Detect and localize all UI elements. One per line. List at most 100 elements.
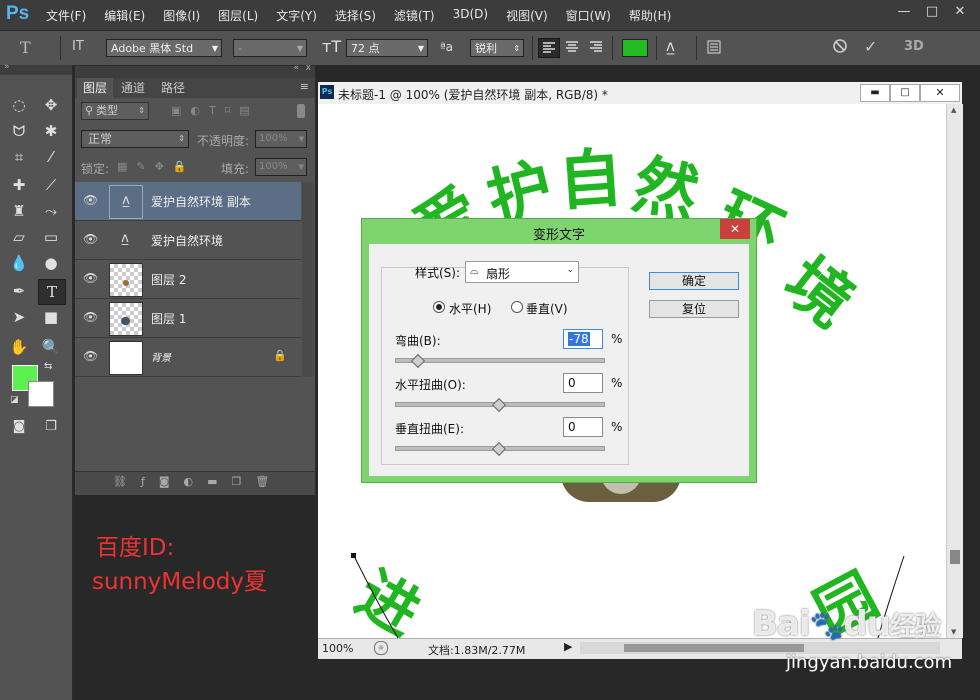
marquee-tool-icon[interactable]: ◌ (6, 93, 32, 117)
layer-list-scrollbar[interactable] (302, 182, 313, 377)
close-button[interactable]: ✕ (946, 4, 974, 19)
menu-3d[interactable]: 3D(D) (453, 7, 488, 24)
swap-colors-icon[interactable]: ⇆ (44, 361, 52, 372)
fill-input[interactable]: 100% ▼ (255, 158, 307, 176)
layer-name[interactable]: 背景 (151, 349, 171, 364)
layer-row[interactable]: 👁 图层 1 (75, 299, 301, 338)
collapse-icon[interactable]: » (4, 62, 10, 72)
scroll-thumb[interactable] (950, 550, 960, 564)
font-family-select[interactable]: Adobe 黑体 Std ▼ (106, 39, 222, 57)
quick-mask-icon[interactable]: ◙ (6, 415, 32, 439)
character-panel-icon[interactable] (706, 39, 722, 55)
menu-view[interactable]: 视图(V) (506, 7, 548, 24)
history-brush-tool-icon[interactable]: ⤳ (38, 199, 64, 223)
anti-alias-select[interactable]: 锐利 ⇕ (470, 39, 524, 57)
scroll-thumb[interactable] (624, 644, 804, 652)
visibility-eye-icon[interactable]: 👁 (83, 193, 98, 207)
layer-name[interactable]: 图层 1 (151, 310, 186, 327)
status-icon[interactable]: ☼ (374, 641, 388, 655)
dodge-tool-icon[interactable]: ● (38, 251, 64, 275)
gradient-tool-icon[interactable]: ▭ (38, 225, 64, 249)
font-style-select[interactable]: - ▼ (233, 39, 307, 57)
tab-paths[interactable]: 路径 (155, 78, 191, 98)
horizontal-distortion-input[interactable]: 0 (563, 373, 603, 393)
blur-tool-icon[interactable]: 💧 (6, 251, 32, 275)
panel-menu-icon[interactable]: ≡ (300, 80, 309, 93)
layer-name[interactable]: 图层 2 (151, 271, 186, 288)
scroll-down-icon[interactable]: ▼ (951, 628, 956, 636)
menu-help[interactable]: 帮助(H) (629, 7, 671, 24)
background-color-swatch[interactable] (28, 381, 54, 407)
visibility-eye-icon[interactable]: 👁 (83, 349, 98, 363)
maximize-button[interactable]: □ (918, 4, 946, 19)
visibility-eye-icon[interactable]: 👁 (83, 271, 98, 285)
filter-toggle[interactable] (297, 104, 305, 118)
visibility-eye-icon[interactable]: 👁 (83, 310, 98, 324)
align-right-button[interactable] (586, 38, 606, 56)
healing-brush-tool-icon[interactable]: ✚ (6, 173, 32, 197)
text-color-swatch[interactable] (622, 39, 648, 57)
tab-layers[interactable]: 图层 (77, 78, 114, 98)
align-center-button[interactable] (562, 38, 582, 56)
toggle-orientation-icon[interactable]: IT (72, 39, 84, 54)
horizontal-label[interactable]: 水平(H) (449, 300, 491, 317)
pen-tool-icon[interactable]: ✒ (6, 279, 32, 303)
layer-row[interactable]: 👁 图层 2 (75, 260, 301, 299)
reset-button[interactable]: 复位 (649, 300, 739, 318)
menu-select[interactable]: 选择(S) (335, 7, 376, 24)
collapse-icon[interactable]: « (293, 63, 299, 73)
tab-channels[interactable]: 通道 (115, 78, 151, 98)
menu-file[interactable]: 文件(F) (46, 7, 86, 24)
align-left-button[interactable] (538, 38, 560, 58)
cancel-icon[interactable] (832, 38, 848, 54)
horizontal-radio[interactable] (433, 301, 445, 313)
screen-mode-icon[interactable]: ❐ (38, 415, 64, 439)
vertical-radio[interactable] (511, 301, 523, 313)
style-select[interactable]: ⌓ 扇形 ⌄ (465, 261, 579, 283)
brush-tool-icon[interactable]: ⟋ (38, 173, 64, 197)
font-size-select[interactable]: 72 点 ▼ (346, 39, 428, 57)
bend-slider-track[interactable] (395, 358, 605, 363)
menu-type[interactable]: 文字(Y) (276, 7, 317, 24)
vertical-label[interactable]: 垂直(V) (526, 300, 568, 317)
minimize-button[interactable]: — (890, 4, 918, 19)
vertical-distortion-input[interactable]: 0 (563, 417, 603, 437)
crop-tool-icon[interactable]: ⌗ (6, 145, 32, 169)
menu-window[interactable]: 窗口(W) (566, 7, 611, 24)
status-menu-arrow-icon[interactable]: ▶ (564, 640, 572, 653)
opacity-input[interactable]: 100% ▼ (255, 130, 307, 148)
commit-check-icon[interactable]: ✓ (864, 37, 877, 56)
lasso-tool-icon[interactable]: ᗢ (6, 119, 32, 143)
eyedropper-tool-icon[interactable]: ⁄ (38, 145, 64, 169)
bend-input[interactable]: -78 (563, 329, 603, 349)
layer-filter-icons[interactable]: ▣◐T⌑▤ (171, 104, 259, 117)
layer-action-icons[interactable]: ⛓ƒ◙◐▬❐🗑 (113, 475, 283, 488)
close-icon[interactable]: x (306, 63, 311, 73)
ok-button[interactable]: 确定 (649, 272, 739, 290)
path-selection-tool-icon[interactable]: ➤ (6, 305, 32, 329)
hand-tool-icon[interactable]: ✋ (6, 335, 32, 359)
menu-edit[interactable]: 编辑(E) (104, 7, 145, 24)
rectangle-tool-icon[interactable]: ■ (38, 305, 64, 329)
dialog-close-button[interactable]: ✕ (720, 219, 750, 239)
type-tool-preset-icon[interactable]: T (20, 38, 31, 57)
layer-row[interactable]: 👁 ᴧ̲ 爱护自然环境 副本 (75, 182, 301, 221)
menu-layer[interactable]: 图层(L) (218, 7, 258, 24)
doc-maximize-button[interactable]: □ (890, 84, 920, 102)
doc-close-button[interactable]: ✕ (920, 84, 960, 102)
visibility-eye-icon[interactable]: 👁 (83, 232, 98, 246)
vertical-scrollbar[interactable]: ▲ ▼ (946, 104, 963, 638)
lock-icons[interactable]: ▦✎✥🔒 (117, 160, 196, 173)
warp-text-icon[interactable]: ᴧ̲ (666, 37, 675, 55)
zoom-tool-icon[interactable]: 🔍 (38, 335, 64, 359)
blend-mode-select[interactable]: 正常 ⇕ (81, 130, 189, 148)
eraser-tool-icon[interactable]: ▱ (6, 225, 32, 249)
default-colors-icon[interactable]: ◪ (10, 395, 19, 405)
magic-wand-tool-icon[interactable]: ✱ (38, 119, 64, 143)
menu-image[interactable]: 图像(I) (163, 7, 200, 24)
bounding-anchor[interactable] (351, 553, 356, 558)
menu-filter[interactable]: 滤镜(T) (394, 7, 435, 24)
layer-name[interactable]: 爱护自然环境 (151, 232, 223, 249)
layer-row[interactable]: 👁 背景 🔒 (75, 338, 301, 377)
layer-row[interactable]: 👁 ᴧ̲ 爱护自然环境 (75, 221, 301, 260)
